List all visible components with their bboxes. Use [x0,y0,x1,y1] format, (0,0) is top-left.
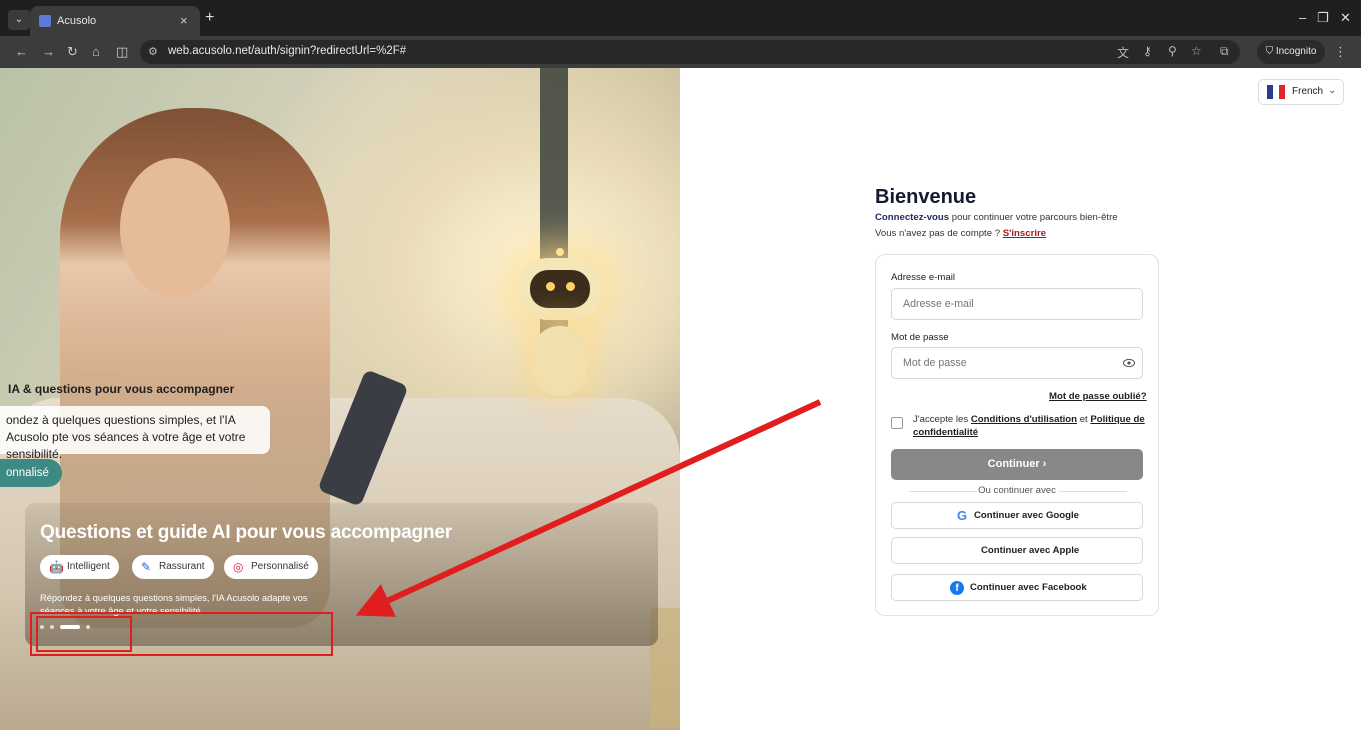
chip-rassurant[interactable]: ✎ Rassurant [132,555,214,579]
hero-card-title: Questions et guide AI pour vous accompag… [40,522,452,543]
french-flag-icon [1267,85,1285,99]
close-window-icon[interactable]: ✕ [1340,10,1351,26]
forgot-password-link[interactable]: Mot de passe oublié? [1049,391,1147,402]
site-favicon-icon [39,15,51,27]
login-form: Adresse e-mail Mot de passe Mot de passe… [875,254,1159,616]
split-view-icon[interactable]: ◫ [116,44,128,60]
facebook-label: Continuer avec Facebook [970,582,1087,593]
password-label: Mot de passe [891,332,949,343]
google-label: Continuer avec Google [974,510,1080,521]
facebook-signin-button[interactable]: f Continuer avec Facebook [891,574,1143,601]
page-title: Bienvenue [875,186,977,208]
tab-title: Acusolo [57,15,97,27]
language-selector[interactable]: French ⌄ [1258,79,1344,105]
previous-slide-description: ondez à quelques questions simples, et l… [6,413,246,461]
continue-label: Continuer [987,458,1040,470]
woman-face-illustration [120,158,230,298]
browser-menu-icon[interactable]: ⋮ [1334,44,1347,60]
email-label: Adresse e-mail [891,272,955,283]
chip-label: Personnalisé [251,561,309,572]
site-info-icon[interactable]: ⚙ [148,45,158,58]
password-wrapper [876,347,1160,379]
password-field[interactable] [891,347,1143,379]
or-continue-text: Ou continuer avec [978,485,1056,496]
chevron-down-icon: ⌄ [1328,85,1337,96]
chip-personnalise[interactable]: ◎ Personnalisé [224,555,318,579]
tab-search-icon[interactable]: ⌄ [8,10,30,30]
apple-label: Continuer avec Apple [981,545,1080,556]
browser-window: ⌄ Acusolo × + – ❐ ✕ ← → ↻ ⌂ ◫ ⚙ web.acus… [0,0,1361,730]
target-icon: ◎ [233,560,244,574]
terms-link[interactable]: Conditions d'utilisation [971,414,1077,425]
incognito-icon: ⛉ [1265,46,1276,57]
chip-intelligent[interactable]: 🤖 Intelligent [40,555,119,579]
restore-icon[interactable]: ❐ [1317,10,1329,26]
continue-button[interactable]: Continuer › [891,449,1143,480]
language-label: French [1292,86,1324,97]
accept-pre: J'accepte les [913,414,971,425]
browser-tab[interactable]: Acusolo × [30,6,200,36]
home-icon[interactable]: ⌂ [92,44,100,59]
facebook-icon: f [950,581,964,595]
password-key-icon[interactable]: ⚷ [1143,44,1152,58]
signup-link[interactable]: S'inscrire [1003,228,1046,239]
subtitle-rest: pour continuer votre parcours bien-être [949,212,1118,223]
accept-terms-checkbox[interactable] [891,417,903,429]
or-divider: Ou continuer avec [891,485,1143,497]
bookmark-star-icon[interactable]: ☆ [1191,44,1202,58]
forward-icon[interactable]: → [42,44,55,59]
url-text: web.acusolo.net/auth/signin?redirectUrl=… [168,45,407,57]
signup-prompt: Vous n'avez pas de compte ? S'inscrire [875,228,1046,239]
chip-label: Intelligent [67,561,110,572]
reload-icon[interactable]: ↻ [67,44,78,60]
previous-slide-description-box: ondez à quelques questions simples, et l… [0,406,270,461]
robot-illustration [508,248,612,428]
zoom-icon[interactable]: ⚲ [1168,44,1177,58]
login-subtitle: Connectez-vous pour continuer votre parc… [875,212,1118,223]
chevron-right-icon: › [1039,458,1047,470]
previous-slide-preview: IA & questions pour vous accompagner ond… [0,380,270,500]
chip-label: Rassurant [159,561,205,572]
back-icon[interactable]: ← [15,44,28,59]
previous-slide-pill[interactable]: onnalisé [0,459,62,487]
tab-close-icon[interactable]: × [180,13,188,28]
previous-slide-title: IA & questions pour vous accompagner [8,382,235,396]
robot-icon: 🤖 [49,560,64,574]
annotation-highlight-inner [36,616,132,652]
title-bar: ⌄ Acusolo × + – ❐ ✕ [0,0,1361,36]
minimize-icon[interactable]: – [1299,10,1306,25]
translate-icon[interactable]: 文 [1117,44,1129,61]
new-tab-icon[interactable]: + [205,9,214,27]
extensions-icon[interactable]: ⧉ [1220,44,1229,59]
feather-icon: ✎ [141,560,152,574]
accept-terms-text: J'accepte les Conditions d'utilisation e… [913,413,1147,439]
no-account-text: Vous n'avez pas de compte ? [875,228,1003,239]
address-bar[interactable]: ⚙ web.acusolo.net/auth/signin?redirectUr… [140,40,1240,64]
google-icon: G [957,508,968,523]
show-password-icon[interactable] [1123,358,1135,368]
browser-toolbar: ← → ↻ ⌂ ◫ ⚙ web.acusolo.net/auth/signin?… [0,36,1361,68]
incognito-label: Incognito [1275,46,1317,57]
incognito-badge[interactable]: ⛉ Incognito [1257,40,1325,64]
email-field[interactable] [891,288,1143,320]
accept-mid: et [1077,414,1091,425]
google-signin-button[interactable]: G Continuer avec Google [891,502,1143,529]
subtitle-bold: Connectez-vous [875,212,950,223]
apple-signin-button[interactable]: Continuer avec Apple [891,537,1143,564]
